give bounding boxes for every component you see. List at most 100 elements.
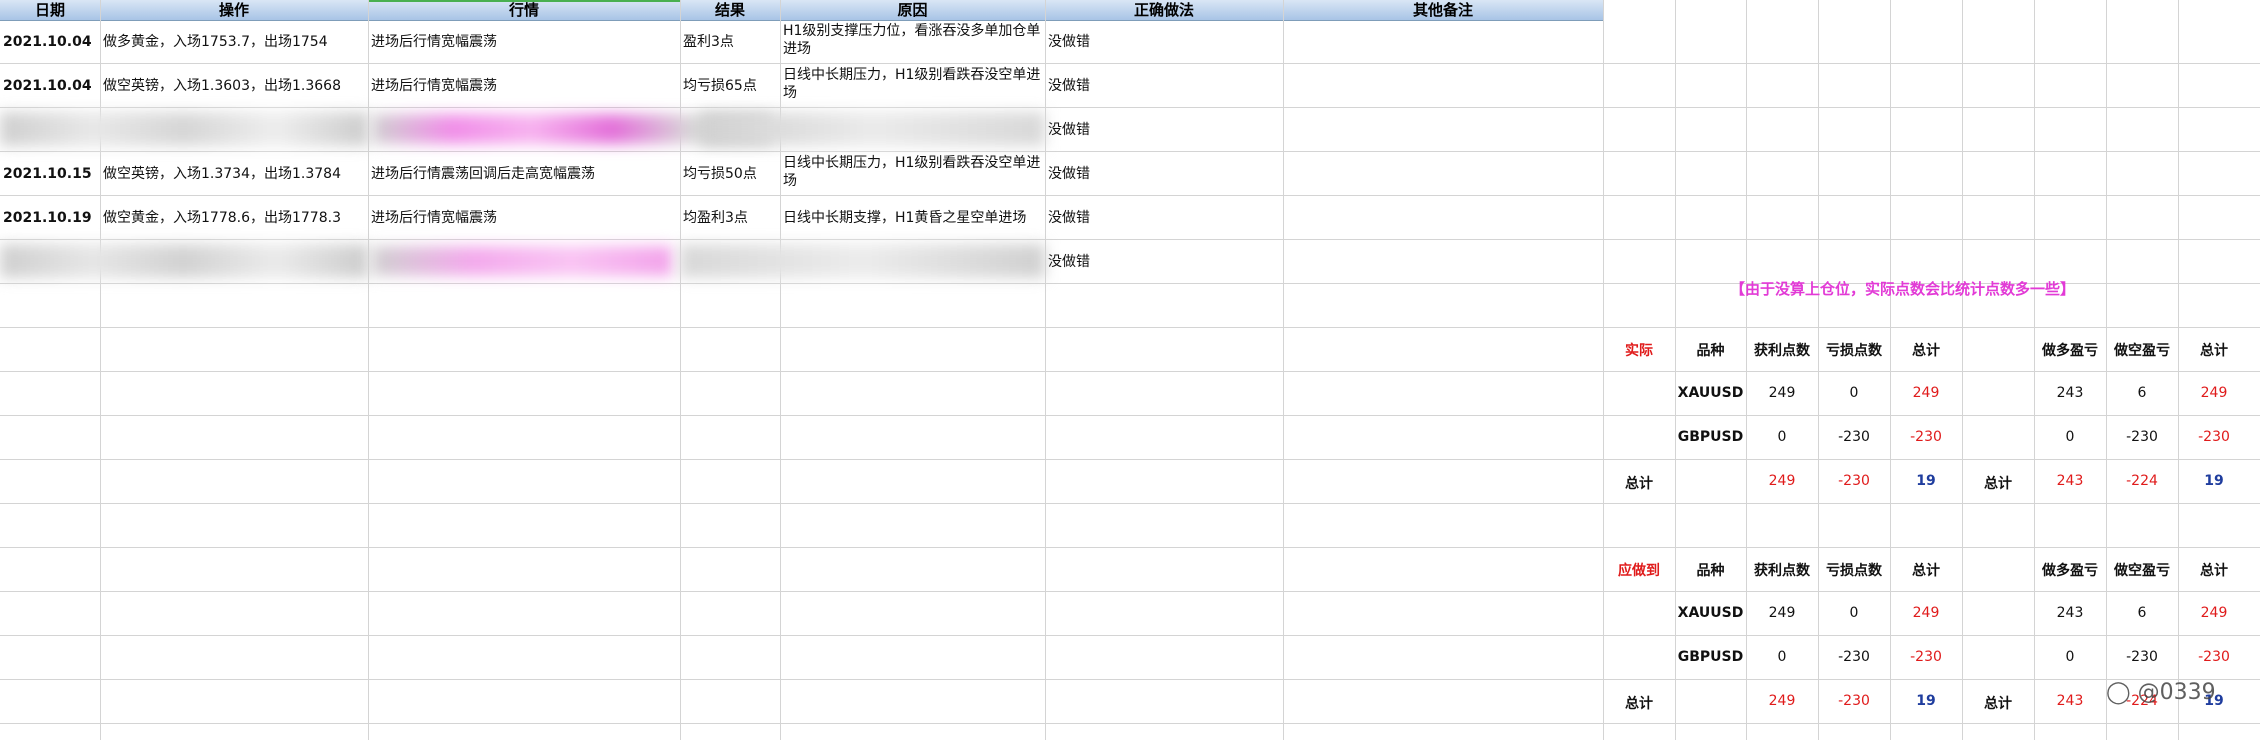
summary-total2[interactable]: 249: [2178, 605, 2250, 621]
cell-market[interactable]: 进场后行情宽幅震荡: [371, 33, 677, 51]
summary-short[interactable]: -230: [2106, 649, 2178, 665]
summary-totals-profit[interactable]: 249: [1746, 473, 1818, 489]
summary-loss[interactable]: -230: [1818, 429, 1890, 445]
grid-line: [100, 0, 101, 740]
summary-totals-long[interactable]: 243: [2034, 473, 2106, 489]
summary-short[interactable]: 6: [2106, 605, 2178, 621]
cell-correct[interactable]: 没做错: [1048, 253, 1090, 271]
summary-total[interactable]: -230: [1890, 649, 1962, 665]
grid-line: [1603, 0, 1604, 740]
summary-totals-long[interactable]: 243: [2034, 693, 2106, 709]
summary-total2[interactable]: -230: [2178, 429, 2250, 445]
summary-totals-loss[interactable]: -230: [1818, 693, 1890, 709]
cell-correct[interactable]: 没做错: [1048, 165, 1090, 183]
summary-profit[interactable]: 0: [1746, 649, 1818, 665]
grid-line: [0, 239, 2260, 240]
cell-date[interactable]: 2021.10.15: [3, 165, 92, 183]
summary-symbol[interactable]: GBPUSD: [1675, 649, 1746, 665]
cell-reason[interactable]: 日线中长期压力，H1级别看跌吞没空单进场: [783, 154, 1043, 190]
summary-totals-total[interactable]: 19: [1890, 693, 1962, 709]
summary-loss[interactable]: 0: [1818, 385, 1890, 401]
cell-market[interactable]: 进场后行情震荡回调后走高宽幅震荡: [371, 165, 677, 183]
summary-long[interactable]: 243: [2034, 605, 2106, 621]
spreadsheet: 日期 操作 行情 结果 原因 正确做法 其他备注 2021.10.04 做多黄金…: [0, 0, 2260, 740]
grid-line: [680, 0, 681, 740]
summary-header: 总计: [2200, 563, 2228, 579]
grid-line: [1045, 0, 1046, 740]
summary-totals-total[interactable]: 19: [1890, 473, 1962, 489]
summary-short[interactable]: 6: [2106, 385, 2178, 401]
grid-line: [0, 503, 2260, 504]
summary-long[interactable]: 0: [2034, 429, 2106, 445]
header-market[interactable]: 行情: [368, 0, 680, 20]
summary-header: 做多盈亏: [2042, 343, 2098, 359]
cell-result[interactable]: 均亏损65点: [683, 77, 778, 95]
header-correct[interactable]: 正确做法: [1045, 0, 1283, 20]
cell-correct[interactable]: 没做错: [1048, 77, 1090, 95]
summary-total[interactable]: 249: [1890, 385, 1962, 401]
summary-short[interactable]: -230: [2106, 429, 2178, 445]
grid-line: [2034, 0, 2035, 740]
grid-line: [1283, 0, 1284, 740]
cell-date[interactable]: 2021.10.19: [3, 209, 92, 227]
grid-line: [2106, 0, 2107, 740]
summary-total2[interactable]: -230: [2178, 649, 2250, 665]
grid-line: [0, 151, 2260, 152]
summary-long[interactable]: 243: [2034, 385, 2106, 401]
cell-date[interactable]: 2021.10.04: [3, 77, 92, 95]
summary-totals-short[interactable]: -224: [2106, 473, 2178, 489]
summary-total2[interactable]: 249: [2178, 385, 2250, 401]
summary-symbol[interactable]: XAUUSD: [1675, 385, 1746, 401]
summary-label-actual: 实际: [1625, 343, 1653, 359]
header-date[interactable]: 日期: [0, 0, 100, 20]
header-operation[interactable]: 操作: [100, 0, 368, 20]
summary-header: 获利点数: [1754, 343, 1810, 359]
grid-line: [1962, 0, 1963, 740]
grid-line: [1818, 0, 1819, 740]
grid-line: [0, 723, 2260, 724]
summary-label-expected: 应做到: [1618, 563, 1660, 579]
cell-operation[interactable]: 做多黄金，入场1753.7，出场1754: [103, 33, 365, 51]
cell-correct[interactable]: 没做错: [1048, 33, 1090, 51]
grid-line: [0, 63, 2260, 64]
cell-result[interactable]: 均盈利3点: [683, 209, 778, 227]
grid-line: [780, 0, 781, 740]
cell-correct[interactable]: 没做错: [1048, 121, 1090, 139]
cell-reason[interactable]: 日线中长期压力，H1级别看跌吞没空单进场: [783, 66, 1043, 102]
summary-header: 总计: [1912, 563, 1940, 579]
summary-symbol[interactable]: GBPUSD: [1675, 429, 1746, 445]
cell-result[interactable]: 均亏损50点: [683, 165, 778, 183]
summary-profit[interactable]: 249: [1746, 385, 1818, 401]
cell-market[interactable]: 进场后行情宽幅震荡: [371, 209, 677, 227]
summary-header: 亏损点数: [1826, 343, 1882, 359]
summary-symbol[interactable]: XAUUSD: [1675, 605, 1746, 621]
summary-profit[interactable]: 249: [1746, 605, 1818, 621]
grid-line: [0, 679, 2260, 680]
header-reason[interactable]: 原因: [780, 0, 1045, 20]
grid-line: [2178, 0, 2179, 740]
summary-totals-loss[interactable]: -230: [1818, 473, 1890, 489]
cell-operation[interactable]: 做空英镑，入场1.3603，出场1.3668: [103, 77, 365, 95]
summary-totals-profit[interactable]: 249: [1746, 693, 1818, 709]
header-result[interactable]: 结果: [680, 0, 780, 20]
grid-line: [0, 591, 2260, 592]
summary-long[interactable]: 0: [2034, 649, 2106, 665]
grid-line: [0, 195, 2260, 196]
cell-market[interactable]: 进场后行情宽幅震荡: [371, 77, 677, 95]
summary-totals-total2[interactable]: 19: [2178, 473, 2250, 489]
header-remarks[interactable]: 其他备注: [1283, 0, 1603, 20]
summary-total[interactable]: 249: [1890, 605, 1962, 621]
summary-loss[interactable]: 0: [1818, 605, 1890, 621]
summary-total[interactable]: -230: [1890, 429, 1962, 445]
cell-result[interactable]: 盈利3点: [683, 33, 778, 51]
cell-operation[interactable]: 做空黄金，入场1778.6，出场1778.3: [103, 209, 365, 227]
summary-profit[interactable]: 0: [1746, 429, 1818, 445]
cell-reason[interactable]: 日线中长期支撑，H1黄昏之星空单进场: [783, 209, 1043, 227]
cell-correct[interactable]: 没做错: [1048, 209, 1090, 227]
cell-reason[interactable]: H1级别支撑压力位，看涨吞没多单加仓单进场: [783, 22, 1043, 58]
summary-header: 做多盈亏: [2042, 563, 2098, 579]
cell-date[interactable]: 2021.10.04: [3, 33, 92, 51]
summary-loss[interactable]: -230: [1818, 649, 1890, 665]
summary-totals-label: 总计: [1625, 696, 1653, 712]
cell-operation[interactable]: 做空英镑，入场1.3734，出场1.3784: [103, 165, 365, 183]
